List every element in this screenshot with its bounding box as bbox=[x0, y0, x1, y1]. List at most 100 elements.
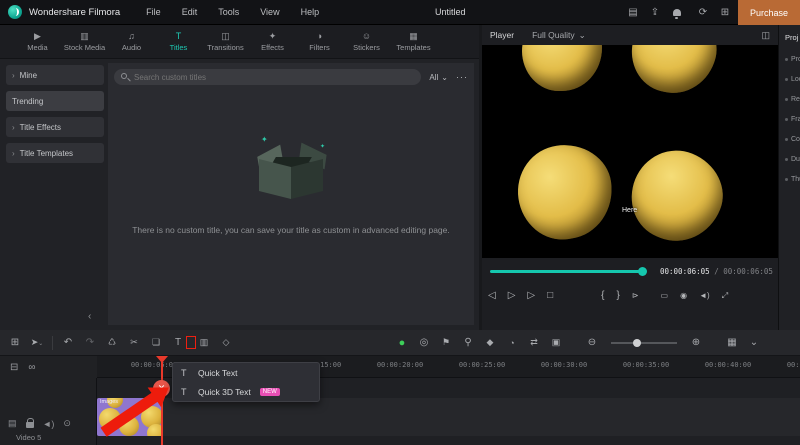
track-thumbnail-icon[interactable]: ▤ bbox=[8, 418, 17, 429]
green-screen-icon[interactable]: ● bbox=[391, 337, 413, 349]
tab-stickers[interactable]: ☺ Stickers bbox=[343, 32, 390, 52]
manage-tracks-icon[interactable]: ⊟ bbox=[10, 362, 18, 373]
mark-out-button[interactable]: } bbox=[617, 291, 620, 301]
keyframe-icon[interactable]: ◆ bbox=[479, 337, 501, 348]
text-tool-menu: T Quick Text T Quick 3D Text NEW bbox=[172, 362, 320, 402]
split-scissors-icon[interactable]: ✂ bbox=[123, 337, 145, 348]
lock-track-icon[interactable] bbox=[26, 422, 34, 428]
progress-bar[interactable] bbox=[490, 270, 642, 273]
tab-stock-media[interactable]: ▥ Stock Media bbox=[61, 32, 108, 52]
redo-icon[interactable]: ↷ bbox=[79, 337, 101, 348]
stickers-icon: ☺ bbox=[362, 32, 371, 41]
voiceover-mic-icon[interactable]: ⚲ bbox=[457, 337, 479, 348]
tab-label: Media bbox=[27, 43, 47, 52]
tab-filters[interactable]: ◑ Filters bbox=[296, 32, 343, 52]
ruler-tick: 00:00:40:00 bbox=[693, 361, 763, 369]
chevron-right-icon: › bbox=[12, 123, 15, 132]
text-3d-icon: T bbox=[181, 387, 191, 397]
apps-grid-icon[interactable]: ⊞ bbox=[716, 7, 734, 18]
menu-item-quick-text[interactable]: T Quick Text bbox=[173, 363, 319, 382]
tab-label: Filters bbox=[309, 43, 329, 52]
menu-item-label: Quick 3D Text bbox=[198, 387, 251, 397]
zoom-slider[interactable] bbox=[611, 342, 677, 344]
tab-templates[interactable]: ▦ Templates bbox=[390, 32, 437, 52]
menu-file[interactable]: File bbox=[146, 7, 161, 17]
property-label: Thu bbox=[791, 176, 800, 183]
sidebar-item-trending[interactable]: Trending bbox=[6, 91, 104, 111]
menu-item-quick-3d-text[interactable]: T Quick 3D Text NEW bbox=[173, 382, 319, 401]
menu-help[interactable]: Help bbox=[301, 7, 320, 17]
playhead-line[interactable] bbox=[161, 356, 163, 445]
crop-icon[interactable]: ❏ bbox=[145, 337, 167, 348]
tab-label: Audio bbox=[122, 43, 141, 52]
export-frame-icon[interactable]: ▣ bbox=[545, 337, 567, 348]
motion-tracking-icon[interactable]: ◎ bbox=[413, 337, 435, 348]
mute-track-icon[interactable]: ◄) bbox=[43, 419, 55, 429]
stop-button[interactable]: □ bbox=[547, 291, 553, 301]
progress-handle[interactable] bbox=[638, 267, 647, 276]
property-label: Proje bbox=[791, 56, 800, 63]
playback-progress: 00:00:06:05 / 00:00:06:05 bbox=[490, 266, 780, 276]
sidebar-item-label: Title Templates bbox=[20, 149, 73, 158]
workspace-layout-icon[interactable]: ▤ bbox=[624, 7, 642, 18]
export-icon[interactable]: ⇪ bbox=[646, 7, 664, 18]
project-title: Untitled bbox=[435, 7, 466, 17]
sidebar-item-mine[interactable]: › Mine bbox=[6, 65, 104, 85]
snapshot-icon[interactable]: ◉ bbox=[680, 291, 687, 301]
menu-view[interactable]: View bbox=[260, 7, 279, 17]
play-button[interactable]: ▷ bbox=[508, 291, 516, 301]
media-icon: ▶ bbox=[34, 32, 41, 41]
mask-icon[interactable]: ◇ bbox=[215, 337, 237, 348]
tab-effects[interactable]: ✦ Effects bbox=[249, 32, 296, 52]
link-clips-icon[interactable]: ∞ bbox=[28, 362, 35, 373]
zoom-slider-handle[interactable] bbox=[633, 339, 641, 347]
compare-view-icon[interactable]: ▭ bbox=[661, 291, 669, 301]
search-input[interactable] bbox=[114, 69, 421, 85]
more-options-button[interactable]: ··· bbox=[456, 72, 468, 82]
display-mode-icon[interactable]: ◫ bbox=[761, 30, 770, 41]
collapse-sidebar-button[interactable]: ‹ bbox=[88, 311, 91, 322]
timeline-clip[interactable]: Images bbox=[97, 398, 163, 436]
app-name: Wondershare Filmora bbox=[29, 7, 120, 18]
sidebar-item-title-templates[interactable]: › Title Templates bbox=[6, 143, 104, 163]
delete-clip-button[interactable]: ✕ bbox=[153, 380, 170, 397]
toolbar-more-icon[interactable]: ⌄ bbox=[743, 337, 765, 348]
quality-dropdown[interactable]: Full Quality ⌄ bbox=[532, 30, 586, 41]
video-viewport[interactable]: Here bbox=[482, 45, 778, 258]
next-frame-button[interactable]: ▷ bbox=[527, 291, 535, 301]
templates-icon: ▦ bbox=[409, 32, 418, 41]
render-preview-icon[interactable]: ⊳ bbox=[632, 291, 639, 301]
undo-icon[interactable]: ↶ bbox=[57, 337, 79, 348]
tab-titles[interactable]: T Titles bbox=[155, 32, 202, 52]
auto-ripple-icon[interactable]: ⇄ bbox=[523, 337, 545, 348]
hide-track-icon[interactable]: ⊙ bbox=[63, 418, 71, 429]
previous-frame-button[interactable]: ◁ bbox=[488, 291, 496, 301]
track-manager-icon[interactable]: ▦ bbox=[721, 337, 743, 348]
tab-media[interactable]: ▶ Media bbox=[14, 32, 61, 52]
sidebar-item-title-effects[interactable]: › Title Effects bbox=[6, 117, 104, 137]
menu-edit[interactable]: Edit bbox=[182, 7, 198, 17]
tab-audio[interactable]: ♫ Audio bbox=[108, 32, 155, 52]
timeline-zoom: ⊖ ⊕ bbox=[581, 337, 707, 348]
filter-dropdown[interactable]: All ⌄ bbox=[429, 73, 448, 82]
pip-icon[interactable]: ▥ bbox=[193, 337, 215, 348]
media-browser-icon[interactable]: ⊞ bbox=[4, 337, 26, 348]
timeline-ruler[interactable]: ⊟ ∞ 00:00:05:00 00:00:10:00 00:00:15:00 … bbox=[0, 356, 800, 378]
video-track-lane[interactable]: Images bbox=[97, 398, 800, 436]
delete-icon[interactable]: ♺ bbox=[101, 337, 123, 348]
filter-label: All bbox=[429, 73, 438, 82]
fullscreen-icon[interactable]: ⤢ bbox=[722, 291, 728, 301]
sync-icon[interactable]: ⟳ bbox=[694, 7, 712, 18]
speed-icon[interactable]: ◔ bbox=[501, 338, 523, 348]
volume-icon[interactable]: ◄) bbox=[699, 291, 710, 301]
select-tool-icon[interactable]: ➤⌄ bbox=[26, 337, 48, 348]
mark-in-button[interactable]: { bbox=[601, 291, 604, 301]
quality-label: Full Quality bbox=[532, 30, 575, 40]
purchase-button[interactable]: Purchase bbox=[738, 0, 800, 25]
menu-tools[interactable]: Tools bbox=[218, 7, 239, 17]
zoom-in-icon[interactable]: ⊕ bbox=[685, 337, 707, 348]
notification-bell-icon[interactable] bbox=[673, 9, 681, 16]
tab-transitions[interactable]: ◫ Transitions bbox=[202, 32, 249, 52]
marker-icon[interactable]: ⚑ bbox=[435, 337, 457, 348]
zoom-out-icon[interactable]: ⊖ bbox=[581, 337, 603, 348]
